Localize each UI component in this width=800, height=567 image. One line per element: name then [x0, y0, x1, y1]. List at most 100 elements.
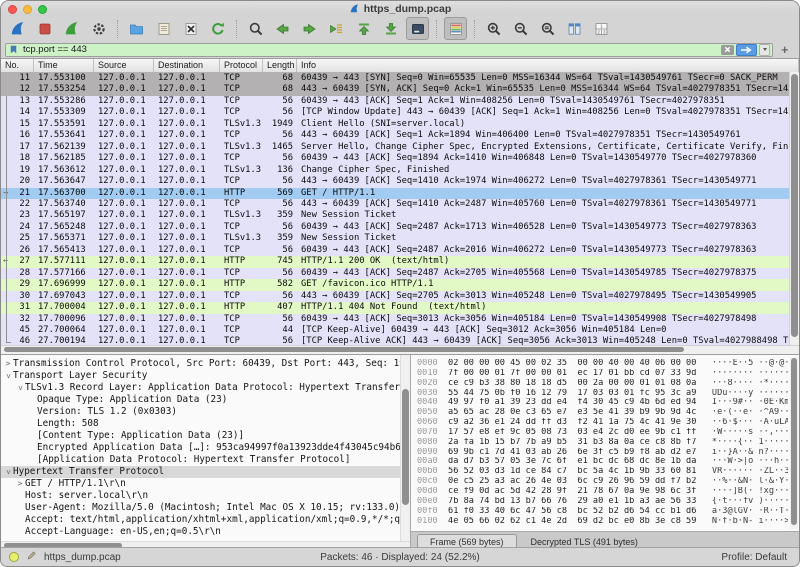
detail-line[interactable]: Accept: text/html,application/xhtml+xml,…: [1, 514, 401, 526]
packet-row-12[interactable]: 1217.553254127.0.0.1127.0.0.1TCP68443 → …: [1, 84, 799, 95]
column-header-destination[interactable]: Destination: [154, 59, 220, 72]
packet-row-11[interactable]: 1117.553100127.0.0.1127.0.0.1TCP6860439 …: [1, 73, 799, 84]
expand-icon[interactable]: >: [15, 478, 25, 490]
packet-row-25[interactable]: 2517.565371127.0.0.1127.0.0.1TLSv1.3359N…: [1, 233, 799, 244]
column-header-length[interactable]: Length: [263, 59, 297, 72]
auto-scroll-button[interactable]: [406, 17, 429, 40]
filter-input[interactable]: [21, 44, 721, 56]
collapse-icon[interactable]: >: [2, 371, 14, 381]
column-header-info[interactable]: Info: [297, 59, 799, 72]
start-capture-button[interactable]: [6, 17, 29, 40]
packet-row-13[interactable]: 1317.553286127.0.0.1127.0.0.1TCP5660439 …: [1, 96, 799, 107]
packet-row-32[interactable]: 3217.700096127.0.0.1127.0.0.1TCP5660439 …: [1, 314, 799, 325]
hex-row-0000[interactable]: 0000 02 00 00 00 45 00 02 35 00 00 40 00…: [417, 359, 788, 369]
hex-row-0060[interactable]: 0060 c9 a2 36 e1 24 dd ff d3 f2 41 1a 75…: [417, 418, 788, 428]
close-file-button[interactable]: [179, 17, 202, 40]
hex-row-0050[interactable]: 0050 a5 65 ac 28 0e c3 65 e7 e3 5e 41 39…: [417, 408, 788, 418]
bookmark-icon[interactable]: [8, 44, 19, 55]
packet-row-29[interactable]: 2917.696999127.0.0.1127.0.0.1HTTP582GET …: [1, 279, 799, 290]
go-back-button[interactable]: [271, 17, 294, 40]
collapse-icon[interactable]: >: [14, 383, 26, 393]
hex-row-00e0[interactable]: 00e0 7b 8a 74 bd 13 b7 66 76 29 a0 e1 1b…: [417, 497, 788, 507]
colorize-button[interactable]: [444, 17, 467, 40]
detail-line[interactable]: >TLSv1.3 Record Layer: Application Data …: [1, 382, 401, 394]
capture-options-button[interactable]: [87, 17, 110, 40]
column-header-source[interactable]: Source: [94, 59, 154, 72]
open-file-button[interactable]: [125, 17, 148, 40]
go-first-button[interactable]: [352, 17, 375, 40]
status-profile[interactable]: Profile: Default: [721, 548, 787, 566]
hex-row-00a0[interactable]: 00a0 da d7 b3 57 05 3e 7c 6f e1 bc dc 68…: [417, 457, 788, 467]
packet-list-vscrollbar[interactable]: [789, 72, 799, 346]
hex-row-00b0[interactable]: 00b0 56 52 03 d3 1d ce 84 c7 bc 5a 4c 1b…: [417, 467, 788, 477]
reload-file-button[interactable]: [206, 17, 229, 40]
detail-line[interactable]: >GET / HTTP/1.1\r\n: [1, 478, 401, 490]
detail-line[interactable]: Version: TLS 1.2 (0x0303): [1, 406, 401, 418]
packet-list-hscrollbar[interactable]: [1, 345, 799, 354]
hex-row-0080[interactable]: 0080 2a fa 1b 15 b7 7b a9 b5 31 b3 8a 0a…: [417, 438, 788, 448]
clear-filter-button[interactable]: [721, 45, 734, 55]
detail-line[interactable]: Host: server.local\r\n: [1, 490, 401, 502]
packet-row-31[interactable]: 3117.700004127.0.0.1127.0.0.1HTTP407HTTP…: [1, 302, 799, 313]
apply-filter-button[interactable]: [736, 44, 757, 56]
zoom-in-button[interactable]: [482, 17, 505, 40]
column-header-time[interactable]: Time: [34, 59, 94, 72]
details-vscrollbar[interactable]: [400, 355, 410, 542]
go-forward-button[interactable]: [298, 17, 321, 40]
zoom-original-button[interactable]: [536, 17, 559, 40]
detail-line[interactable]: Accept-Language: en-US,en;q=0.5\r\n: [1, 526, 401, 538]
packet-row-24[interactable]: 2417.565248127.0.0.1127.0.0.1TCP5660439 …: [1, 222, 799, 233]
packet-row-21[interactable]: 21→17.563700127.0.0.1127.0.0.1HTTP569GET…: [1, 188, 799, 199]
packet-row-14[interactable]: 1417.553309127.0.0.1127.0.0.1TCP56[TCP W…: [1, 107, 799, 118]
go-to-packet-button[interactable]: [325, 17, 348, 40]
packet-row-20[interactable]: 2017.563647127.0.0.1127.0.0.1TCP56443 → …: [1, 176, 799, 187]
vscrollbar-thumb[interactable]: [791, 74, 798, 337]
hex-row-0040[interactable]: 0040 49 97 f0 a1 39 23 dd e4 f4 30 45 c9…: [417, 398, 788, 408]
packet-row-18[interactable]: 1817.562185127.0.0.1127.0.0.1TCP5660439 …: [1, 153, 799, 164]
packet-row-15[interactable]: 1517.553591127.0.0.1127.0.0.1TLSv1.31949…: [1, 119, 799, 130]
packet-row-17[interactable]: 1717.562139127.0.0.1127.0.0.1TLSv1.31465…: [1, 142, 799, 153]
hex-row-00d0[interactable]: 00d0 ce f9 0d ac 5d 42 28 9f 21 78 67 0a…: [417, 487, 788, 497]
hex-row-00c0[interactable]: 00c0 0e c5 25 a3 ac 26 4e 03 6c c9 26 96…: [417, 477, 788, 487]
collapse-icon[interactable]: >: [2, 467, 14, 477]
hex-row-0100[interactable]: 0100 4e 05 66 02 62 c1 4e 2d 69 d2 bc e0…: [417, 517, 788, 527]
hex-row-0070[interactable]: 0070 17 57 e8 ef 9c 05 08 73 03 e4 2c d0…: [417, 428, 788, 438]
packet-row-28[interactable]: 2817.577166127.0.0.1127.0.0.1TCP5660439 …: [1, 268, 799, 279]
details-vscrollbar-thumb[interactable]: [402, 389, 409, 505]
column-header-no[interactable]: No.: [1, 59, 34, 72]
go-last-button[interactable]: [379, 17, 402, 40]
packet-row-16[interactable]: 1617.553641127.0.0.1127.0.0.1TCP56443 → …: [1, 130, 799, 141]
packet-row-22[interactable]: 2217.563740127.0.0.1127.0.0.1TCP56443 → …: [1, 199, 799, 210]
packet-row-26[interactable]: 2617.565413127.0.0.1127.0.0.1TCP5660439 …: [1, 245, 799, 256]
hex-vscrollbar[interactable]: [790, 357, 798, 529]
packet-row-30[interactable]: 3017.697043127.0.0.1127.0.0.1TCP56443 → …: [1, 291, 799, 302]
detail-line[interactable]: >Transport Layer Security: [1, 370, 401, 382]
hex-row-0030[interactable]: 0030 55 44 75 0b f0 16 12 79 17 03 03 01…: [417, 389, 788, 399]
hex-vscrollbar-thumb[interactable]: [791, 358, 797, 525]
packet-row-19[interactable]: 1917.563612127.0.0.1127.0.0.1TLSv1.3136C…: [1, 165, 799, 176]
detail-line[interactable]: Encrypted Application Data […]: 953ca949…: [1, 442, 401, 454]
packet-row-23[interactable]: 2317.565197127.0.0.1127.0.0.1TLSv1.3359N…: [1, 210, 799, 221]
zoom-out-button[interactable]: [509, 17, 532, 40]
hex-row-0020[interactable]: 0020 ce c9 b3 38 80 18 18 d5 00 2a 00 00…: [417, 379, 788, 389]
filter-dropdown-button[interactable]: [759, 44, 770, 56]
add-filter-button[interactable]: +: [781, 43, 789, 56]
hscrollbar-thumb[interactable]: [4, 347, 684, 352]
resize-columns-button[interactable]: [563, 17, 586, 40]
detail-line[interactable]: User-Agent: Mozilla/5.0 (Macintosh; Inte…: [1, 502, 401, 514]
detail-line[interactable]: Length: 508: [1, 418, 401, 430]
restart-capture-button[interactable]: [60, 17, 83, 40]
detail-line[interactable]: [Application Data Protocol: Hypertext Tr…: [1, 454, 401, 466]
expand-icon[interactable]: >: [3, 358, 13, 370]
find-packet-button[interactable]: [244, 17, 267, 40]
detail-line[interactable]: Opaque Type: Application Data (23): [1, 394, 401, 406]
hex-row-0090[interactable]: 0090 69 9b c1 7d 41 03 ab 26 6e 3f c5 b9…: [417, 448, 788, 458]
packet-row-45[interactable]: 4527.700064127.0.0.1127.0.0.1TCP44[TCP K…: [1, 325, 799, 336]
detail-line[interactable]: >Hypertext Transfer Protocol: [1, 466, 401, 478]
save-file-button[interactable]: [152, 17, 175, 40]
packet-row-27[interactable]: 27←17.577111127.0.0.1127.0.0.1HTTP745HTT…: [1, 256, 799, 267]
stop-capture-button[interactable]: [33, 17, 56, 40]
hex-row-0010[interactable]: 0010 7f 00 00 01 7f 00 00 01 ec 17 01 bb…: [417, 369, 788, 379]
detail-line[interactable]: [Content Type: Application Data (23)]: [1, 430, 401, 442]
detail-line[interactable]: >Transmission Control Protocol, Src Port…: [1, 358, 401, 370]
